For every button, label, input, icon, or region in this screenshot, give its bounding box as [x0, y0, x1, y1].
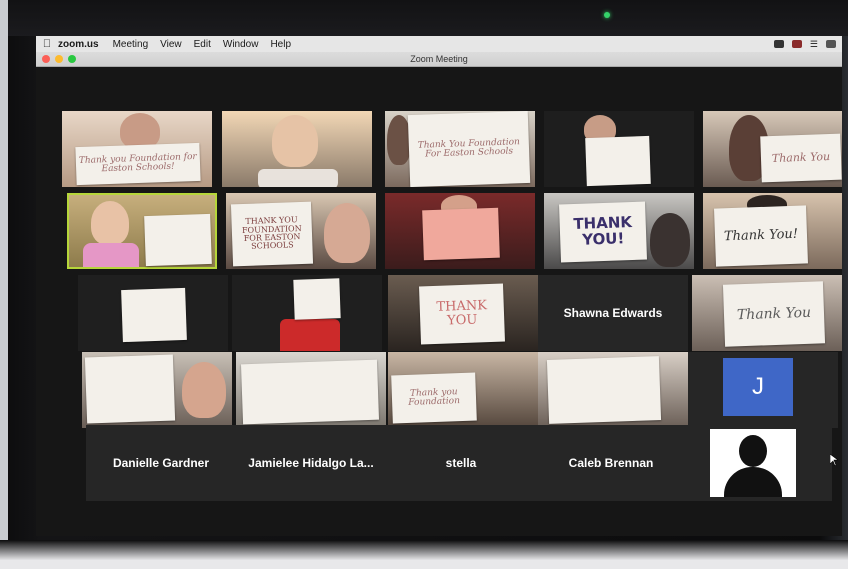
active-speaker-tile[interactable] — [67, 193, 217, 269]
thank-you-sign: Thank You — [760, 133, 842, 183]
menubar-status-icons: ☰ — [773, 39, 842, 50]
bezel-top — [8, 0, 848, 36]
participant-video-tile[interactable] — [82, 352, 232, 428]
blank-sign — [84, 354, 176, 424]
participant-name: stella — [445, 456, 477, 470]
window-title: Zoom Meeting — [410, 54, 468, 64]
blank-sign — [546, 356, 662, 424]
mouse-cursor-icon — [830, 454, 838, 466]
menu-view[interactable]: View — [160, 39, 182, 50]
blank-sign — [422, 207, 500, 261]
participant-face — [324, 203, 370, 263]
participant-video-tile[interactable] — [236, 352, 386, 428]
participant-name: Jamielee Hidalgo La... — [248, 456, 374, 470]
webcam-light-icon — [604, 12, 610, 18]
participant-video-tile[interactable] — [385, 193, 535, 269]
blank-sign — [240, 359, 380, 425]
participant-name: Caleb Brennan — [568, 456, 654, 470]
blank-sign — [293, 278, 341, 320]
bezel-bottom — [0, 540, 848, 569]
participant-initial-avatar: J — [723, 358, 793, 416]
thank-you-sign: Thank You! — [714, 205, 808, 267]
blank-sign — [121, 287, 187, 343]
participant-video-tile[interactable]: Thank you Foundation for Easton Schools! — [62, 111, 212, 187]
thank-you-sign: Thank you Foundation — [391, 372, 477, 424]
participant-face — [272, 115, 318, 167]
avatar-body-shape — [724, 467, 782, 497]
participant-name-tile[interactable]: Danielle Gardner — [86, 425, 236, 501]
thank-you-sign: THANK YOU! — [559, 201, 647, 263]
zoom-status-icon[interactable] — [773, 40, 784, 48]
participant-name-tile[interactable]: Jamielee Hidalgo La... — [236, 425, 386, 501]
participant-video-tile[interactable] — [78, 275, 228, 351]
menu-app-name[interactable]: zoom.us — [58, 39, 99, 50]
window-titlebar: Zoom Meeting — [36, 52, 842, 67]
battery-icon[interactable] — [826, 40, 836, 48]
participant-video-tile[interactable] — [222, 111, 372, 187]
participant-name: Shawna Edwards — [563, 306, 663, 320]
participant-name-tile[interactable]: Caleb Brennan — [536, 425, 686, 501]
participant-video-tile[interactable]: Thank You — [703, 111, 842, 187]
thank-you-sign: Thank You — [722, 281, 826, 347]
participant-avatar-tile[interactable] — [682, 425, 832, 501]
thank-you-sign: Thank You Foundation For Easton Schools — [407, 111, 531, 187]
participant-video-tile[interactable]: THANK YOU — [388, 275, 538, 351]
default-avatar-icon — [710, 429, 796, 497]
blank-sign — [585, 135, 651, 187]
menu-help[interactable]: Help — [270, 39, 291, 50]
participant-avatar-tile[interactable]: J — [688, 352, 838, 428]
participant-name-tile[interactable]: Shawna Edwards — [538, 275, 688, 351]
gallery-view: Thank you Foundation for Easton Schools!… — [36, 67, 842, 536]
participant-video-tile[interactable] — [538, 352, 688, 428]
participant-video-tile[interactable] — [232, 275, 382, 351]
participant-shirt — [83, 243, 139, 267]
participant-face — [650, 213, 690, 267]
participant-shirt — [280, 319, 340, 351]
thank-you-sign: THANK YOU FOUNDATION FOR EASTON SCHOOLS — [230, 201, 314, 267]
menu-window[interactable]: Window — [223, 39, 259, 50]
phone-icon — [258, 169, 338, 187]
participant-name-tile[interactable]: stella — [386, 425, 536, 501]
thank-you-sign: THANK YOU — [419, 283, 505, 345]
mac-menubar:  zoom.us Meeting View Edit Window Help … — [36, 36, 842, 52]
wifi-icon[interactable]: ☰ — [810, 39, 818, 50]
participant-name: Danielle Gardner — [112, 456, 210, 470]
participant-video-tile[interactable]: Thank You Foundation For Easton Schools — [385, 111, 535, 187]
participant-face — [182, 362, 226, 418]
avatar-head-shape — [739, 435, 767, 467]
menu-edit[interactable]: Edit — [194, 39, 211, 50]
participant-video-tile[interactable]: Thank You — [692, 275, 842, 351]
apple-menu-icon[interactable]:  — [36, 38, 58, 50]
menu-meeting[interactable]: Meeting — [113, 39, 149, 50]
participant-video-tile[interactable]: Thank you Foundation — [388, 352, 538, 428]
participant-video-tile[interactable]: Thank You! — [703, 193, 842, 269]
screen:  zoom.us Meeting View Edit Window Help … — [36, 36, 842, 536]
participant-video-tile[interactable]: THANK YOU FOUNDATION FOR EASTON SCHOOLS — [226, 193, 376, 269]
blank-sign — [144, 213, 212, 267]
participant-video-tile[interactable] — [544, 111, 694, 187]
thank-you-sign: Thank you Foundation for Easton Schools! — [75, 142, 201, 186]
flag-icon[interactable] — [791, 40, 802, 48]
participant-video-tile[interactable]: THANK YOU! — [544, 193, 694, 269]
participant-face — [91, 201, 129, 245]
